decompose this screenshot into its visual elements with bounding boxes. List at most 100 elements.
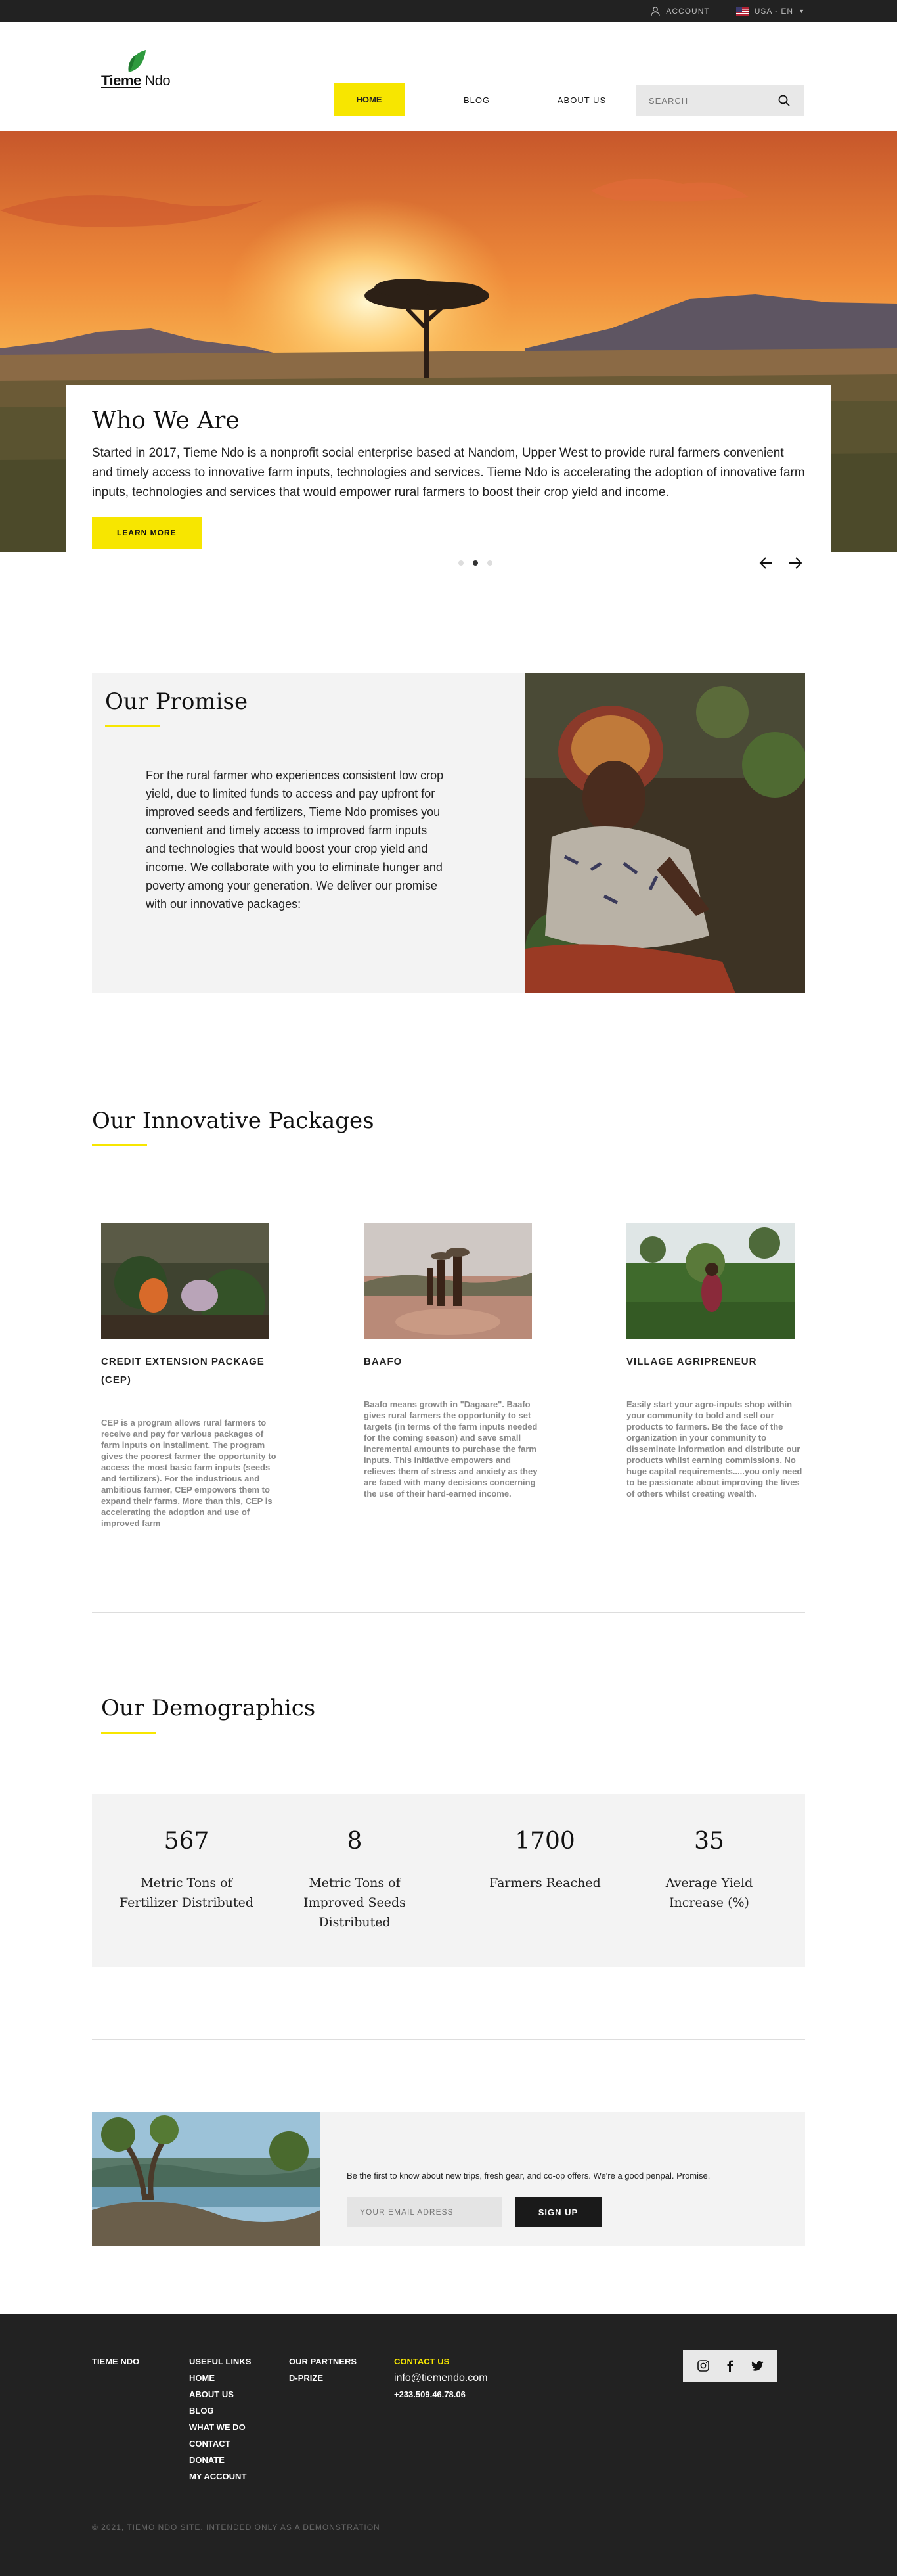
footer-link-about[interactable]: ABOUT US: [189, 2386, 251, 2403]
user-icon: [651, 7, 661, 16]
package-body: CEP is a program allows rural farmers to…: [101, 1418, 276, 1528]
footer-partner-dprize[interactable]: D-PRIZE: [289, 2370, 357, 2386]
stat-fertilizer: 567 Metric Tons of Fertilizer Distribute…: [114, 1828, 259, 1912]
learn-more-button[interactable]: LEARN MORE: [92, 517, 202, 549]
footer-brand: TIEME NDO: [92, 2357, 140, 2366]
arrow-left-icon[interactable]: [758, 554, 775, 572]
locale-selector[interactable]: USA - EN ▼: [735, 7, 805, 16]
section-divider: [92, 2039, 805, 2040]
footer-contact-title: CONTACT US: [394, 2357, 450, 2366]
baafo-children-photo: [364, 1223, 532, 1339]
stat-label: Metric Tons of Fertilizer Distributed: [119, 1876, 253, 1910]
flag-icon: [735, 7, 749, 16]
stat-label: Metric Tons of Improved Seeds Distribute…: [303, 1876, 406, 1930]
twitter-icon[interactable]: [751, 2359, 764, 2372]
package-card-cep[interactable]: CREDIT EXTENSION PACKAGE (CEP) CEP is a …: [101, 1223, 278, 1529]
logo-text-secondary: Ndo: [144, 72, 171, 89]
email-input[interactable]: [347, 2197, 502, 2227]
footer-partners-col: OUR PARTNERS D-PRIZE: [289, 2353, 357, 2386]
farmer-woman-photo: [525, 673, 805, 993]
carousel-dot[interactable]: [458, 560, 464, 566]
site-header: Tieme Ndo HOME BLOG ABOUT US: [0, 22, 897, 131]
chevron-down-icon: ▼: [799, 8, 805, 14]
cep-farmers-photo: [101, 1223, 269, 1339]
package-title: VILLAGE AGRIPRENEUR: [626, 1356, 757, 1367]
packages-header: Our Innovative Packages: [92, 1108, 374, 1146]
logo-text: Tieme: [101, 72, 141, 89]
search-icon[interactable]: [777, 94, 791, 107]
footer-link-home[interactable]: HOME: [189, 2370, 251, 2386]
footer-link-blog[interactable]: BLOG: [189, 2403, 251, 2419]
carousel-dots: [458, 560, 492, 566]
hero-body: Started in 2017, Tieme Ndo is a nonprofi…: [92, 446, 805, 499]
search-box: [636, 85, 804, 116]
signup-button[interactable]: SIGN UP: [515, 2197, 602, 2227]
hero-title: Who We Are: [92, 407, 240, 434]
top-utility-bar: ACCOUNT USA - EN ▼: [0, 0, 897, 22]
footer-brand-col: TIEME NDO: [92, 2353, 139, 2370]
leaf-logo-icon: [128, 50, 146, 72]
stat-label: Average Yield Increase (%): [665, 1876, 753, 1910]
footer-phone[interactable]: +233.509.46.78.06: [394, 2386, 488, 2403]
newsletter-section: Be the first to know about new trips, fr…: [92, 2112, 805, 2246]
account-link[interactable]: ACCOUNT: [650, 6, 709, 16]
section-divider: [92, 1612, 805, 1613]
lake-landscape-photo: [92, 2112, 320, 2246]
carousel-dot[interactable]: [487, 560, 492, 566]
title-underline: [105, 725, 160, 727]
package-card-baafo[interactable]: BAAFO Baafo means growth in "Dagaare". B…: [364, 1223, 541, 1499]
package-body: Baafo means growth in "Dagaare". Baafo g…: [364, 1399, 538, 1499]
instagram-icon[interactable]: [697, 2359, 710, 2372]
demographics-header: Our Demographics: [101, 1695, 315, 1734]
nav-about[interactable]: ABOUT US: [529, 95, 634, 105]
who-we-are-card: Who We Are Started in 2017, Tieme Ndo is…: [66, 385, 831, 552]
footer-partners-title: OUR PARTNERS: [289, 2357, 357, 2366]
promise-body: For the rural farmer who experiences con…: [146, 769, 444, 911]
title-underline: [92, 1144, 147, 1146]
stat-value: 1700: [515, 1828, 575, 1855]
hero-section: Who We Are Started in 2017, Tieme Ndo is…: [0, 131, 897, 552]
stat-value: 8: [347, 1828, 362, 1855]
stat-seeds: 8 Metric Tons of Improved Seeds Distribu…: [282, 1828, 427, 1932]
package-title: CREDIT EXTENSION PACKAGE (CEP): [101, 1356, 265, 1386]
carousel-arrows: [758, 554, 804, 572]
stat-value: 35: [694, 1828, 724, 1855]
footer-email[interactable]: info@tiemendo.com: [394, 2370, 488, 2386]
site-logo[interactable]: Tieme Ndo: [101, 50, 171, 89]
search-input[interactable]: [649, 95, 760, 106]
social-links: [683, 2350, 777, 2382]
our-promise-section: Our Promise For the rural farmer who exp…: [92, 673, 805, 993]
facebook-icon[interactable]: [724, 2359, 737, 2372]
account-label: ACCOUNT: [666, 7, 710, 16]
demographics-title: Our Demographics: [101, 1695, 316, 1721]
package-body: Easily start your agro-inputs shop withi…: [626, 1399, 802, 1499]
nav-home[interactable]: HOME: [334, 83, 405, 116]
newsletter-text: Be the first to know about new trips, fr…: [347, 2171, 711, 2181]
main-nav: HOME BLOG ABOUT US: [334, 83, 634, 116]
stat-yield: 35 Average Yield Increase (%): [644, 1828, 775, 1912]
site-footer: TIEME NDO USEFUL LINKS HOME ABOUT US BLO…: [0, 2314, 897, 2576]
footer-link-contact[interactable]: CONTACT: [189, 2435, 251, 2452]
stat-value: 567: [164, 1828, 209, 1855]
nav-blog[interactable]: BLOG: [424, 95, 529, 105]
stat-farmers: 1700 Farmers Reached: [473, 1828, 617, 1893]
footer-links-title: USEFUL LINKS: [189, 2357, 252, 2366]
locale-label: USA - EN: [754, 7, 794, 16]
footer-links-col: USEFUL LINKS HOME ABOUT US BLOG WHAT WE …: [189, 2353, 251, 2485]
carousel-controls: [0, 552, 897, 578]
stat-label: Farmers Reached: [489, 1876, 601, 1890]
arrow-right-icon[interactable]: [787, 554, 804, 572]
package-title: BAAFO: [364, 1356, 403, 1367]
promise-panel: Our Promise For the rural farmer who exp…: [92, 673, 525, 993]
title-underline: [101, 1732, 156, 1734]
demographics-stats: 567 Metric Tons of Fertilizer Distribute…: [92, 1794, 805, 1967]
copyright-text: © 2021, TIEMO NDO SITE. INTENDED ONLY AS…: [92, 2523, 380, 2532]
packages-title: Our Innovative Packages: [92, 1108, 374, 1134]
promise-title: Our Promise: [105, 689, 248, 715]
package-card-agripreneur[interactable]: VILLAGE AGRIPRENEUR Easily start your ag…: [626, 1223, 804, 1499]
carousel-dot-active[interactable]: [473, 560, 478, 566]
footer-link-account[interactable]: MY ACCOUNT: [189, 2468, 251, 2485]
footer-link-donate[interactable]: DONATE: [189, 2452, 251, 2468]
footer-contact-col: CONTACT US info@tiemendo.com +233.509.46…: [394, 2353, 488, 2403]
footer-link-what-we-do[interactable]: WHAT WE DO: [189, 2419, 251, 2435]
